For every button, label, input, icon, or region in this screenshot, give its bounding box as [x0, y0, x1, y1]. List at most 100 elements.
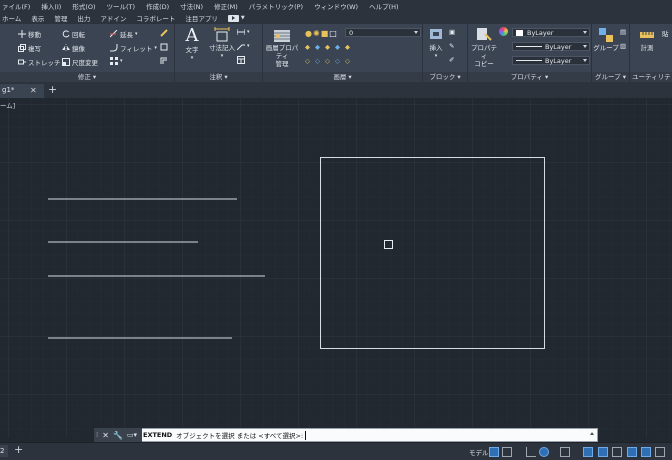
create-block-button[interactable]: ▣	[449, 28, 455, 36]
match-properties-button[interactable]: プロパティ コピー	[470, 26, 498, 68]
annotation-scale-icon[interactable]	[627, 447, 637, 457]
tab-manage[interactable]: 管理	[54, 13, 67, 23]
customization-icon[interactable]	[655, 447, 665, 457]
text-button[interactable]: A 文字 ▾	[180, 26, 204, 62]
close-icon[interactable]: ✕	[30, 84, 37, 97]
tab-view[interactable]: 表示	[31, 13, 44, 23]
color-value: ByLayer	[527, 28, 554, 37]
layer-tools-row1[interactable]: ◆ ◆ ◆ ◆ ◆	[305, 43, 350, 51]
copy-button[interactable]: 複写	[18, 43, 41, 53]
offset-button[interactable]	[160, 57, 168, 65]
partial-tool[interactable]: •	[0, 28, 1, 36]
tab-output[interactable]: 出力	[77, 13, 90, 23]
tab-home[interactable]: ホーム	[2, 13, 21, 23]
new-tab-plus-icon[interactable]: +	[48, 83, 57, 96]
partial-tool-3[interactable]: •	[0, 60, 1, 68]
tab-addins[interactable]: アドイン	[100, 13, 126, 23]
model-space-button[interactable]: モデル	[469, 447, 489, 457]
file-tab-drawing[interactable]: g1* ✕	[0, 84, 44, 98]
trim-extend-button[interactable]: 延長 ▾	[110, 29, 138, 39]
command-line[interactable]: EXTEND オブジェクトを選択 または <すべて選択>:	[94, 428, 598, 442]
color-dropdown[interactable]: ByLayer	[512, 28, 590, 37]
leader-button[interactable]: ▾	[237, 42, 250, 50]
group-edit-icon: ▥	[620, 42, 627, 50]
edit-block-button[interactable]: ✎	[449, 42, 454, 50]
modify-panel-title[interactable]: 修正 ▾	[0, 72, 174, 82]
chevron-down-icon[interactable]: ▼	[241, 15, 245, 21]
menu-help[interactable]: ヘルプ(H)	[369, 1, 398, 11]
tab-featured-apps[interactable]: 注目アプリ	[185, 13, 218, 23]
scale-button[interactable]: 尺度変更	[62, 57, 98, 67]
video-icon[interactable]	[227, 14, 239, 22]
table-button[interactable]	[237, 56, 245, 64]
partial-tool-2[interactable]: •	[0, 44, 1, 52]
insert-block-button[interactable]: 挿入 ▾	[425, 26, 447, 60]
ungroup-button[interactable]: ▤	[620, 28, 626, 36]
mirror-button[interactable]: 鏡像	[62, 43, 85, 53]
close-icon[interactable]: ✕	[102, 431, 109, 440]
paste-button[interactable]: 貼	[662, 28, 669, 38]
layer-tool-icon: ◇	[335, 57, 340, 65]
group-edit-button[interactable]: ▥	[620, 42, 626, 50]
transparency-icon[interactable]	[612, 447, 622, 457]
drawing-canvas[interactable]	[0, 98, 672, 438]
workspace-icon[interactable]	[641, 447, 651, 457]
layer-properties-button[interactable]: 画層プロパティ 管理	[263, 26, 301, 68]
drag-handle-icon[interactable]: ⁞	[96, 431, 98, 439]
chevron-down-icon: ▾	[135, 31, 138, 37]
isodraft-icon[interactable]	[560, 447, 570, 457]
wrench-icon[interactable]: 🔧	[113, 431, 123, 440]
menu-insert[interactable]: 挿入(I)	[41, 1, 61, 11]
menu-tools[interactable]: ツール(T)	[107, 1, 136, 11]
viewport-label[interactable]: ーム]	[0, 100, 15, 110]
annotation-panel-title[interactable]: 注釈 ▾	[175, 72, 262, 82]
move-button[interactable]: 移動	[18, 29, 41, 39]
menu-parametric[interactable]: パラメトリック(P)	[249, 1, 303, 11]
linetype-value: ByLayer	[545, 42, 572, 51]
color-wheel[interactable]	[499, 27, 508, 36]
menu-format[interactable]: 形式(O)	[72, 1, 95, 11]
explode-button[interactable]	[160, 43, 168, 51]
menu-file[interactable]: ァイル(F)	[2, 1, 30, 11]
block-panel-title[interactable]: ブロック ▾	[423, 72, 467, 82]
ortho-icon[interactable]	[526, 447, 536, 457]
group-button[interactable]: グループ	[593, 26, 619, 52]
stretch-button[interactable]: ストレッチ	[18, 57, 61, 67]
menu-draw[interactable]: 作成(D)	[146, 1, 169, 11]
chevron-up-icon[interactable]	[590, 432, 594, 435]
measure-button[interactable]: 計測	[634, 26, 660, 52]
menu-modify[interactable]: 修正(M)	[214, 1, 238, 11]
fillet-button[interactable]: フィレット ▾	[110, 43, 157, 53]
lineweight-dropdown[interactable]: ByLayer	[512, 56, 590, 65]
polar-tracking-icon[interactable]	[539, 447, 549, 457]
linear-dim-button[interactable]: ▾	[237, 28, 250, 36]
layer-state-icons[interactable]: ● ✺ ■ □	[305, 29, 337, 38]
move-icon	[18, 30, 26, 38]
layout-tab[interactable]: 2	[0, 445, 8, 457]
command-history-icon[interactable]: ▭▾	[127, 431, 137, 439]
group-panel-title[interactable]: グループ ▾	[592, 72, 629, 82]
tab-collaborate[interactable]: コラボレート	[136, 13, 175, 23]
attribute-button[interactable]: ✐	[449, 56, 454, 64]
layer-panel-title[interactable]: 画層 ▾	[263, 72, 422, 82]
layer-dropdown[interactable]: 0	[345, 28, 421, 37]
rotate-button[interactable]: 回転	[62, 29, 85, 39]
chevron-down-icon	[583, 31, 587, 34]
leader-icon	[237, 44, 245, 50]
lineweight-icon[interactable]	[598, 447, 608, 457]
menu-window[interactable]: ウィンドウ(W)	[314, 1, 358, 11]
menu-dimension[interactable]: 寸法(N)	[180, 1, 203, 11]
grid-toggle-icon[interactable]	[489, 447, 499, 457]
osnap-icon[interactable]	[583, 447, 593, 457]
layer-tools-row2[interactable]: ◇ ◇ ◇ ◇ ◇	[305, 57, 350, 65]
dimension-button[interactable]: 寸法記入 ▾	[207, 26, 237, 60]
erase-button[interactable]	[160, 29, 168, 37]
properties-panel-title[interactable]: プロパティ ▾	[468, 72, 591, 82]
linetype-dropdown[interactable]: ByLayer	[512, 42, 590, 51]
mirror-icon	[62, 44, 70, 52]
add-layout-plus-icon[interactable]: +	[14, 443, 23, 456]
utility-panel-title[interactable]: ユーティリティ	[630, 72, 672, 91]
attribute-icon: ✐	[449, 56, 455, 64]
array-button[interactable]: ▾	[110, 57, 123, 65]
snap-toggle-icon[interactable]	[502, 447, 512, 457]
